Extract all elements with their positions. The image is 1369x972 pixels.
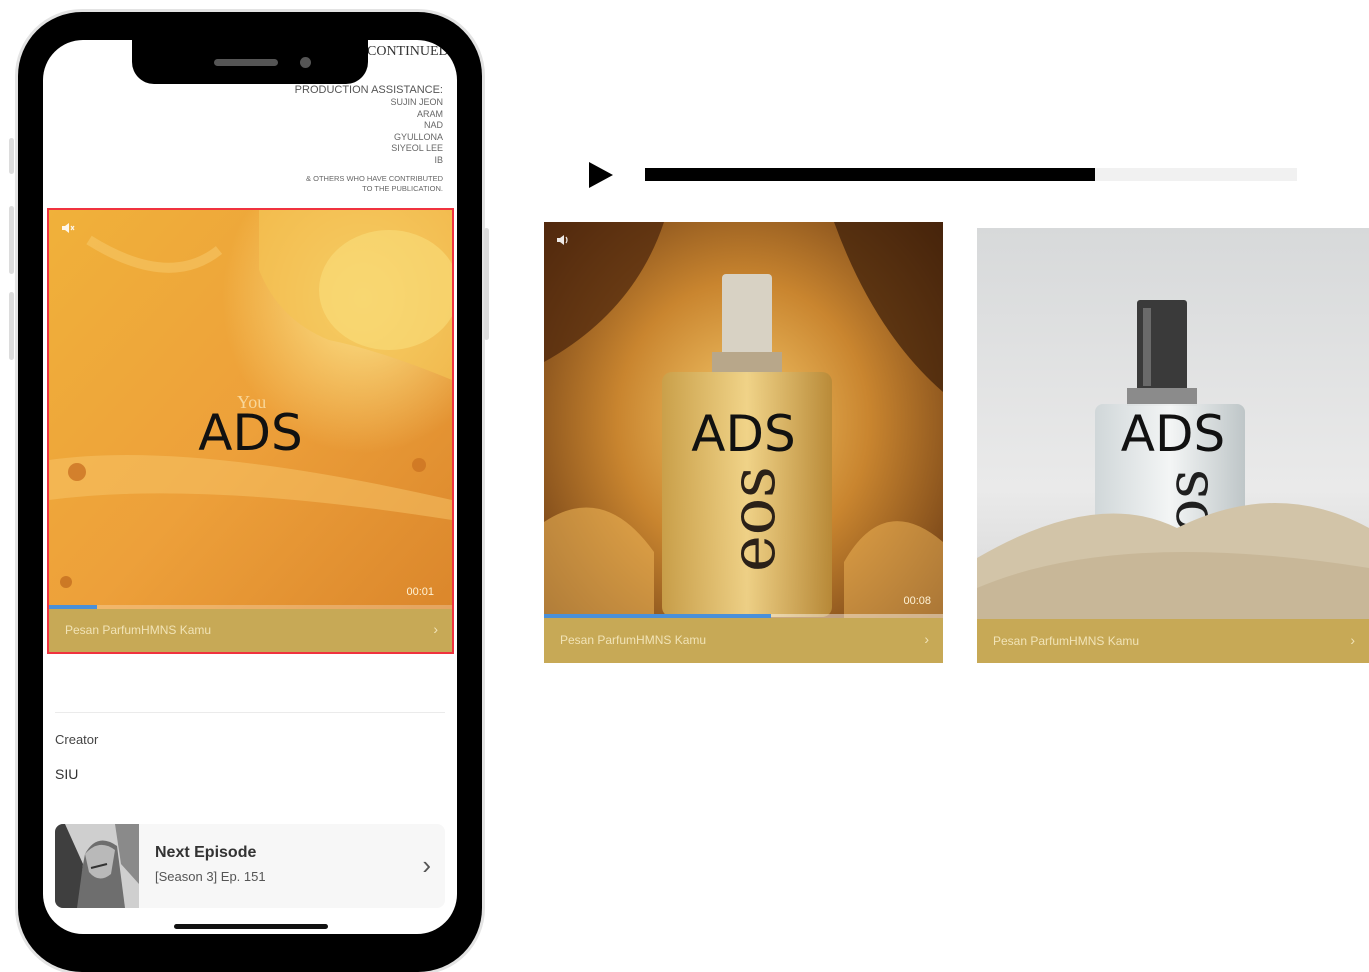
comic-panel-continued: CONTINUED	[367, 44, 449, 59]
credits-name: SUJIN JEON	[390, 97, 443, 107]
section-divider	[55, 712, 445, 713]
volume-down-button	[9, 292, 14, 360]
ad-video-card-2[interactable]: eos ADS 00:08 Pesan ParfumHMNS Kamu ›	[544, 222, 943, 663]
volume-icon[interactable]	[61, 222, 75, 234]
credits-ack-line1: & OTHERS WHO HAVE CONTRIBUTED	[306, 174, 443, 183]
chevron-right-icon: ›	[433, 621, 438, 637]
ads-label: ADS	[1120, 405, 1226, 463]
ad-cta-text: Pesan ParfumHMNS Kamu	[65, 623, 212, 637]
phone-notch	[132, 40, 368, 84]
credits-block: PRODUCTION ASSISTANCE: SUJIN JEON ARAM N…	[223, 84, 443, 194]
creator-name[interactable]: SIU	[55, 766, 78, 782]
ad-cta-text: Pesan ParfumHMNS Kamu	[993, 634, 1140, 648]
playback-progress-fill	[645, 168, 1095, 181]
video-timer: 00:08	[903, 595, 931, 607]
creator-label: Creator	[55, 732, 99, 747]
play-icon[interactable]	[588, 160, 614, 190]
mute-switch	[9, 138, 14, 174]
phone-ad-video[interactable]: You ADS 00:01 Pesan ParfumHMNS Kamu ›	[47, 208, 454, 654]
credits-ack-line2: TO THE PUBLICATION.	[362, 184, 443, 193]
video-timer: 00:01	[406, 586, 434, 598]
ads-label: ADS	[198, 404, 303, 462]
volume-up-button	[9, 206, 14, 274]
credits-name: NAD	[423, 120, 443, 130]
next-episode-subtitle: [Season 3] Ep. 151	[155, 869, 266, 884]
phone-screen: CONTINUED PRODUCTION ASSISTANCE: SUJIN J…	[43, 40, 457, 934]
ads-label: ADS	[691, 405, 796, 463]
episode-thumbnail	[55, 824, 139, 908]
playback-progress-bar[interactable]	[645, 168, 1297, 181]
svg-text:eos: eos	[716, 466, 789, 572]
volume-icon[interactable]	[556, 234, 570, 246]
camera-dot	[300, 57, 311, 68]
ad-cta-bar[interactable]: Pesan ParfumHMNS Kamu ›	[977, 619, 1369, 663]
credits-name: GYULLONA	[393, 131, 443, 142]
chevron-right-icon: ›	[924, 631, 929, 647]
ad-cta-bar[interactable]: Pesan ParfumHMNS Kamu ›	[49, 609, 452, 652]
credits-name: IB	[434, 154, 443, 165]
home-indicator[interactable]	[174, 924, 328, 929]
next-episode-card[interactable]: Next Episode [Season 3] Ep. 151 ›	[55, 824, 445, 908]
next-episode-title: Next Episode	[155, 844, 257, 861]
phone-mockup: CONTINUED PRODUCTION ASSISTANCE: SUJIN J…	[9, 12, 489, 972]
credits-name: ARAM	[416, 108, 443, 119]
chevron-right-icon[interactable]: ›	[422, 850, 431, 881]
credits-heading: PRODUCTION ASSISTANCE:	[294, 84, 443, 96]
speaker-grille	[214, 59, 278, 66]
credits-name: SIYEOL LEE	[391, 143, 443, 153]
ad-video-card-3[interactable]: eos ADS Pesan ParfumHMNS Kamu ›	[977, 228, 1369, 663]
ad-cta-bar[interactable]: Pesan ParfumHMNS Kamu ›	[544, 618, 943, 663]
power-button	[484, 228, 489, 340]
ad-cta-text: Pesan ParfumHMNS Kamu	[560, 633, 707, 647]
chevron-right-icon: ›	[1350, 632, 1355, 648]
